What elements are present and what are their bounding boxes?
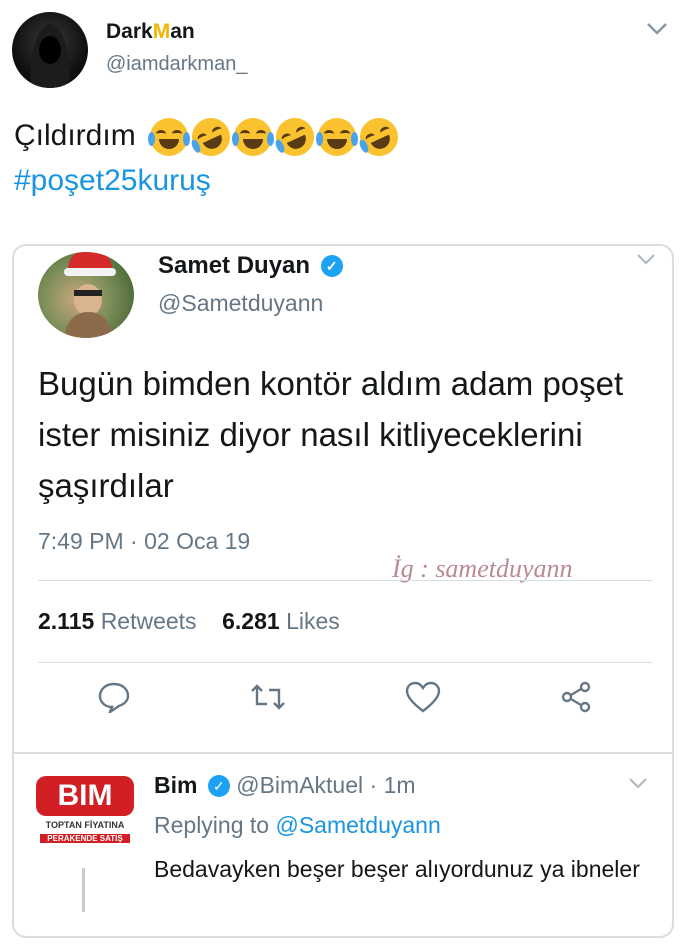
retweets-label[interactable]: Retweets: [101, 608, 197, 634]
joy-emoji-icon: [316, 118, 359, 156]
bim-logo-tagline-1: TOPTAN FİYATINA: [45, 820, 125, 830]
tweet-actions: [38, 674, 652, 724]
rofl-emoji-icon: [353, 111, 405, 163]
likes-label[interactable]: Likes: [286, 608, 340, 634]
rofl-emoji-icon: [185, 111, 237, 163]
reply-author-handle[interactable]: @BimAktuel: [236, 772, 363, 798]
chevron-down-icon[interactable]: [646, 22, 668, 41]
bim-logo: BIM: [36, 776, 134, 816]
quoted-author-handle[interactable]: @Sametduyann: [158, 290, 323, 317]
verified-badge-icon: ✓: [320, 255, 343, 277]
joy-emoji-icon: [148, 118, 191, 156]
quoted-author-name-text: Samet Duyan: [158, 252, 311, 279]
like-heart-icon[interactable]: [405, 681, 441, 718]
replying-to-link[interactable]: @Sametduyann: [275, 812, 440, 838]
author-handle[interactable]: @iamdarkman_: [106, 53, 247, 76]
author-name-part1: Dark: [106, 20, 153, 43]
quoted-author-name[interactable]: Samet Duyan ✓: [158, 252, 343, 280]
likes-count: 6.281: [222, 608, 280, 634]
quoted-timestamp[interactable]: 7:49 PM · 02 Oca 19: [38, 528, 250, 555]
quoted-author-avatar[interactable]: [38, 252, 134, 338]
quoted-tweet-card[interactable]: Samet Duyan ✓ @Sametduyann Bugün bimden …: [12, 244, 674, 938]
author-avatar[interactable]: [12, 12, 88, 88]
reply-separator: [14, 752, 672, 754]
retweets-count: 2.115: [38, 608, 95, 634]
tweet-text-content: Çıldırdım: [14, 118, 136, 152]
engagement-stats: 2.115 Retweets 6.281 Likes: [38, 608, 340, 635]
replying-to: Replying to @Sametduyann: [154, 812, 441, 839]
reply-header: Bim ✓ @BimAktuel · 1m: [154, 772, 416, 799]
divider: [38, 580, 652, 581]
chevron-down-icon[interactable]: [636, 252, 656, 270]
reply-text: Bedavayken beşer beşer alıyordunuz ya ib…: [154, 856, 640, 882]
author-name-part2: an: [170, 20, 195, 43]
joy-emoji-icon: [232, 118, 275, 156]
replying-to-prefix: Replying to: [154, 812, 270, 838]
divider: [38, 662, 652, 663]
bim-avatar[interactable]: BIM TOPTAN FİYATINA PERAKENDE SATIŞ: [30, 776, 140, 856]
reply-time[interactable]: · 1m: [370, 772, 416, 798]
share-icon[interactable]: [559, 680, 593, 719]
author-name-logo-letter: M: [152, 20, 171, 43]
rofl-emoji-icon: [269, 111, 321, 163]
retweet-icon[interactable]: [249, 682, 287, 717]
verified-badge-icon: ✓: [207, 775, 230, 797]
hashtag-link[interactable]: #poşet25kuruş: [14, 164, 211, 198]
emoji-row: [148, 111, 405, 163]
quoted-tweet-text: Bugün bimden kontör aldım adam poşet ist…: [38, 365, 624, 504]
reply-icon[interactable]: [97, 681, 131, 718]
author-name[interactable]: DarkMan: [106, 20, 195, 44]
tweet-text: Çıldırdım: [14, 111, 405, 163]
chevron-down-icon[interactable]: [628, 776, 648, 794]
bim-logo-tagline-2: PERAKENDE SATIŞ: [40, 834, 130, 843]
reply-author-name[interactable]: Bim: [154, 772, 197, 798]
thread-line: [82, 868, 85, 912]
